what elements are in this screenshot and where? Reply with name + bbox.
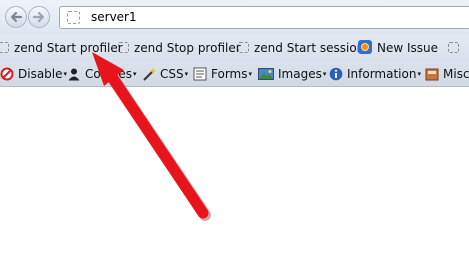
annotation-arrow [92,52,211,221]
browser-window: server1 zend Start profiler zend Stop pr… [0,0,469,255]
